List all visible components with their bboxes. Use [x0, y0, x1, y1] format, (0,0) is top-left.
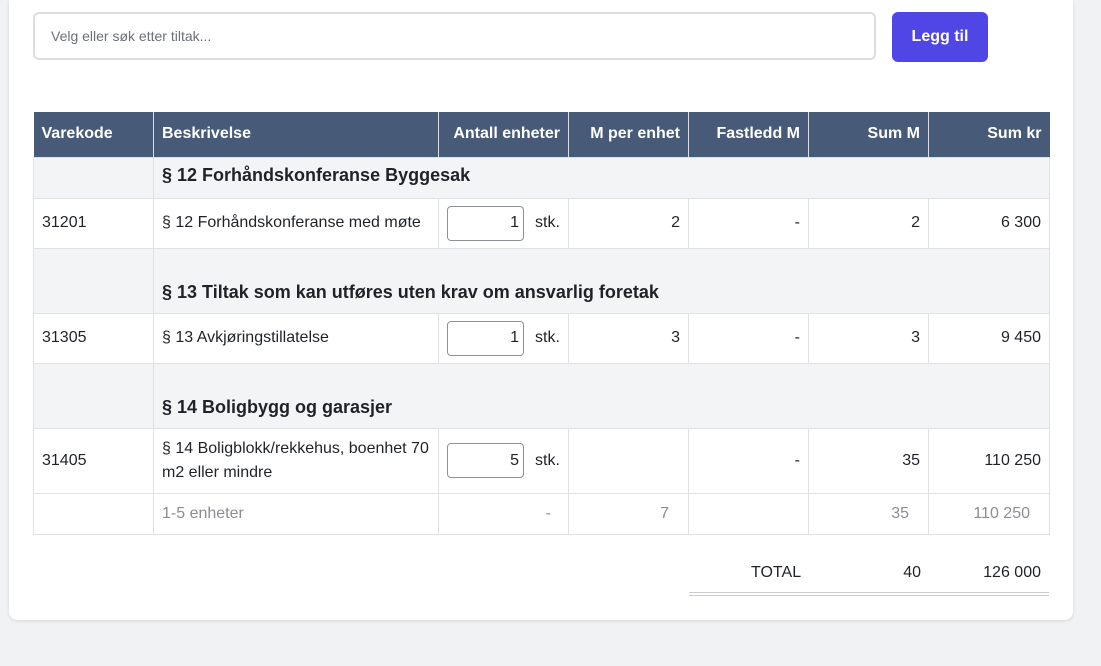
sum-m: 35: [808, 427, 929, 494]
add-button[interactable]: Legg til: [892, 12, 988, 62]
sum-kr: 110 250: [928, 427, 1050, 494]
sum-kr: 9 450: [928, 312, 1050, 364]
fixed-m: -: [688, 427, 809, 494]
section-empty-cell: [33, 247, 154, 314]
total-sum-m: 40: [903, 564, 921, 581]
unit-label: stk.: [535, 214, 560, 231]
section-empty-cell: [33, 156, 154, 199]
item-description: § 13 Avkjøringstillatelse: [153, 312, 439, 364]
header-antall-enheter: Antall enheter: [438, 112, 569, 157]
header-sum-m: Sum M: [808, 112, 929, 157]
table-row: 31201 § 12 Forhåndskonferanse med møte s…: [33, 197, 1050, 249]
table-header-row: Varekode Beskrivelse Antall enheter M pe…: [33, 112, 1050, 157]
item-code: 31201: [33, 197, 154, 249]
sum-m: 2: [808, 197, 929, 249]
section-title: § 13 Tiltak som kan utføres uten krav om…: [153, 247, 1050, 314]
items-table: Varekode Beskrivelse Antall enheter M pe…: [33, 112, 1050, 535]
fixed-m: -: [688, 312, 809, 364]
subrow-fixed-m: [688, 492, 809, 535]
quantity-cell: stk.: [438, 427, 569, 494]
quantity-input[interactable]: [447, 320, 524, 356]
m-per-unit: 2: [568, 197, 689, 249]
tier-subrow: 1-5 enheter - 7 35 110 250: [33, 492, 1050, 535]
quantity-input[interactable]: [447, 443, 524, 478]
quantity-cell: stk.: [438, 312, 569, 364]
total-divider: [689, 595, 1049, 596]
subrow-empty-cell: [33, 492, 154, 535]
m-per-unit: 3: [568, 312, 689, 364]
quantity-cell: stk.: [438, 197, 569, 249]
subrow-sum-m: 35: [808, 492, 929, 535]
unit-label: stk.: [535, 329, 560, 346]
item-description: § 14 Boligblokk/rekkehus, boenhet 70 m2 …: [153, 427, 439, 494]
total-divider: [689, 592, 1049, 593]
table-row: 31305 § 13 Avkjøringstillatelse stk. 3 -…: [33, 312, 1050, 364]
item-code: 31405: [33, 427, 154, 494]
sum-m: 3: [808, 312, 929, 364]
total-sum-kr: 126 000: [983, 564, 1041, 581]
section-title: § 12 Forhåndskonferanse Byggesak: [153, 156, 1050, 199]
total-label: TOTAL: [751, 564, 802, 581]
subrow-sum-kr: 110 250: [928, 492, 1050, 535]
header-fastledd-m: Fastledd M: [688, 112, 809, 157]
unit-label: stk.: [535, 451, 560, 469]
header-varekode: Varekode: [33, 112, 154, 157]
subrow-m-per-unit: 7: [568, 492, 689, 535]
section-empty-cell: [33, 362, 154, 429]
quantity-input[interactable]: [447, 205, 524, 241]
subrow-description: 1-5 enheter: [153, 492, 439, 535]
subrow-quantity: -: [438, 492, 569, 535]
item-description: § 12 Forhåndskonferanse med møte: [153, 197, 439, 249]
header-m-per-enhet: M per enhet: [568, 112, 689, 157]
total-row: TOTAL 40 126 000: [689, 553, 1049, 593]
section-row: § 12 Forhåndskonferanse Byggesak: [33, 156, 1050, 199]
m-per-unit: [568, 427, 689, 494]
fixed-m: -: [688, 197, 809, 249]
header-sum-kr: Sum kr: [928, 112, 1050, 157]
section-row: § 13 Tiltak som kan utføres uten krav om…: [33, 247, 1050, 314]
table-row: 31405 § 14 Boligblokk/rekkehus, boenhet …: [33, 427, 1050, 494]
header-beskrivelse: Beskrivelse: [153, 112, 439, 157]
item-code: 31305: [33, 312, 154, 364]
section-title: § 14 Boligbygg og garasjer: [153, 362, 1050, 429]
sum-kr: 6 300: [928, 197, 1050, 249]
search-input[interactable]: [33, 12, 876, 60]
section-row: § 14 Boligbygg og garasjer: [33, 362, 1050, 429]
